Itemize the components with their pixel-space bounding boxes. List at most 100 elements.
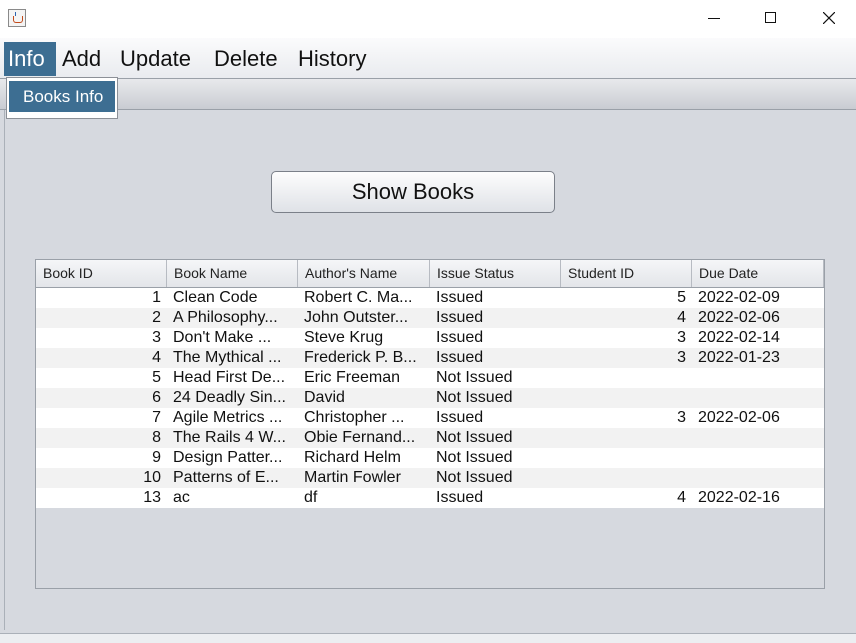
cell-book-name[interactable]: 24 Deadly Sin... [167,388,298,408]
cell-book-name[interactable]: Agile Metrics ... [167,408,298,428]
cell-due-date[interactable] [692,448,824,468]
cell-due-date[interactable]: 2022-02-06 [692,308,824,328]
cell-issue-status[interactable]: Not Issued [430,448,561,468]
table-row[interactable]: 6 24 Deadly Sin... David Not Issued [36,388,824,408]
cell-due-date[interactable] [692,368,824,388]
cell-book-name[interactable]: Head First De... [167,368,298,388]
table-row[interactable]: 5 Head First De... Eric Freeman Not Issued [36,368,824,388]
column-header-due-date[interactable]: Due Date [692,260,824,287]
cell-book-id[interactable]: 6 [36,388,167,408]
table-row[interactable]: 9 Design Patter... Richard Helm Not Issued [36,448,824,468]
menu-add[interactable]: Add [58,42,105,76]
cell-book-id[interactable]: 3 [36,328,167,348]
cell-student-id[interactable] [561,448,692,468]
cell-student-id[interactable]: 3 [561,408,692,428]
cell-issue-status[interactable]: Not Issued [430,468,561,488]
cell-book-id[interactable]: 13 [36,488,167,508]
cell-issue-status[interactable]: Issued [430,308,561,328]
cell-book-name[interactable]: Don't Make ... [167,328,298,348]
cell-book-id[interactable]: 7 [36,408,167,428]
cell-book-name[interactable]: ac [167,488,298,508]
cell-author-name[interactable]: df [298,488,430,508]
cell-due-date[interactable] [692,428,824,448]
cell-author-name[interactable]: John Outster... [298,308,430,328]
column-header-book-name[interactable]: Book Name [167,260,298,287]
table-row[interactable]: 10 Patterns of E... Martin Fowler Not Issu… [36,468,824,488]
maximize-button[interactable] [742,0,798,38]
close-button[interactable] [800,0,856,38]
cell-issue-status[interactable]: Issued [430,488,561,508]
cell-author-name[interactable]: Frederick P. B... [298,348,430,368]
cell-issue-status[interactable]: Not Issued [430,368,561,388]
cell-student-id[interactable]: 4 [561,308,692,328]
cell-book-id[interactable]: 2 [36,308,167,328]
table-row[interactable]: 7 Agile Metrics ... Christopher ... Issued 3… [36,408,824,428]
cell-book-id[interactable]: 5 [36,368,167,388]
cell-issue-status[interactable]: Issued [430,328,561,348]
column-header-book-id[interactable]: Book ID [36,260,167,287]
cell-issue-status[interactable]: Issued [430,408,561,428]
table-row[interactable]: 3 Don't Make ... Steve Krug Issued 3 2022-02-… [36,328,824,348]
cell-due-date[interactable] [692,388,824,408]
cell-issue-status[interactable]: Issued [430,348,561,368]
cell-student-id[interactable]: 5 [561,288,692,308]
cell-author-name[interactable]: Eric Freeman [298,368,430,388]
info-dropdown-menu: Books Info [6,77,118,119]
close-icon [823,12,835,24]
table-row[interactable]: 8 The Rails 4 W... Obie Fernand... Not Issu… [36,428,824,448]
table-row[interactable]: 4 The Mythical ... Frederick P. B... Issue… [36,348,824,368]
menu-history[interactable]: History [294,42,370,76]
cell-author-name[interactable]: Christopher ... [298,408,430,428]
cell-student-id[interactable]: 3 [561,328,692,348]
menu-update[interactable]: Update [116,42,195,76]
cell-author-name[interactable]: David [298,388,430,408]
menu-info[interactable]: Info [4,42,56,76]
cell-due-date[interactable] [692,468,824,488]
menu-item-books-info[interactable]: Books Info [9,81,115,112]
cell-book-id[interactable]: 4 [36,348,167,368]
cell-book-name[interactable]: A Philosophy... [167,308,298,328]
cell-student-id[interactable] [561,388,692,408]
cell-issue-status[interactable]: Issued [430,288,561,308]
minimize-button[interactable] [686,0,742,38]
column-header-student-id[interactable]: Student ID [561,260,692,287]
cell-issue-status[interactable]: Not Issued [430,388,561,408]
cell-book-id[interactable]: 9 [36,448,167,468]
table-body: 1 Clean Code Robert C. Ma... Issued 5 2022-0… [36,288,824,508]
minimize-icon [708,18,720,19]
cell-book-name[interactable]: Design Patter... [167,448,298,468]
cell-book-name[interactable]: Patterns of E... [167,468,298,488]
menu-delete[interactable]: Delete [210,42,282,76]
cell-book-name[interactable]: The Rails 4 W... [167,428,298,448]
cell-due-date[interactable]: 2022-02-14 [692,328,824,348]
table-header: Book ID Book Name Author's Name Issue St… [36,260,824,288]
cell-book-name[interactable]: The Mythical ... [167,348,298,368]
column-header-author-name[interactable]: Author's Name [298,260,430,287]
cell-student-id[interactable]: 3 [561,348,692,368]
books-table: Book ID Book Name Author's Name Issue St… [35,259,825,589]
cell-due-date[interactable]: 2022-01-23 [692,348,824,368]
cell-book-id[interactable]: 10 [36,468,167,488]
java-cup-icon [8,9,26,27]
show-books-button[interactable]: Show Books [271,171,555,213]
cell-author-name[interactable]: Richard Helm [298,448,430,468]
cell-book-id[interactable]: 8 [36,428,167,448]
table-row[interactable]: 1 Clean Code Robert C. Ma... Issued 5 2022-0… [36,288,824,308]
column-header-issue-status[interactable]: Issue Status [430,260,561,287]
cell-due-date[interactable]: 2022-02-16 [692,488,824,508]
cell-due-date[interactable]: 2022-02-06 [692,408,824,428]
cell-author-name[interactable]: Martin Fowler [298,468,430,488]
cell-author-name[interactable]: Obie Fernand... [298,428,430,448]
cell-author-name[interactable]: Steve Krug [298,328,430,348]
cell-book-id[interactable]: 1 [36,288,167,308]
cell-student-id[interactable] [561,428,692,448]
cell-due-date[interactable]: 2022-02-09 [692,288,824,308]
table-row[interactable]: 13 ac df Issued 4 2022-02-16 [36,488,824,508]
table-row[interactable]: 2 A Philosophy... John Outster... Issued 4 2… [36,308,824,328]
cell-issue-status[interactable]: Not Issued [430,428,561,448]
cell-book-name[interactable]: Clean Code [167,288,298,308]
cell-student-id[interactable] [561,468,692,488]
cell-student-id[interactable]: 4 [561,488,692,508]
cell-author-name[interactable]: Robert C. Ma... [298,288,430,308]
cell-student-id[interactable] [561,368,692,388]
